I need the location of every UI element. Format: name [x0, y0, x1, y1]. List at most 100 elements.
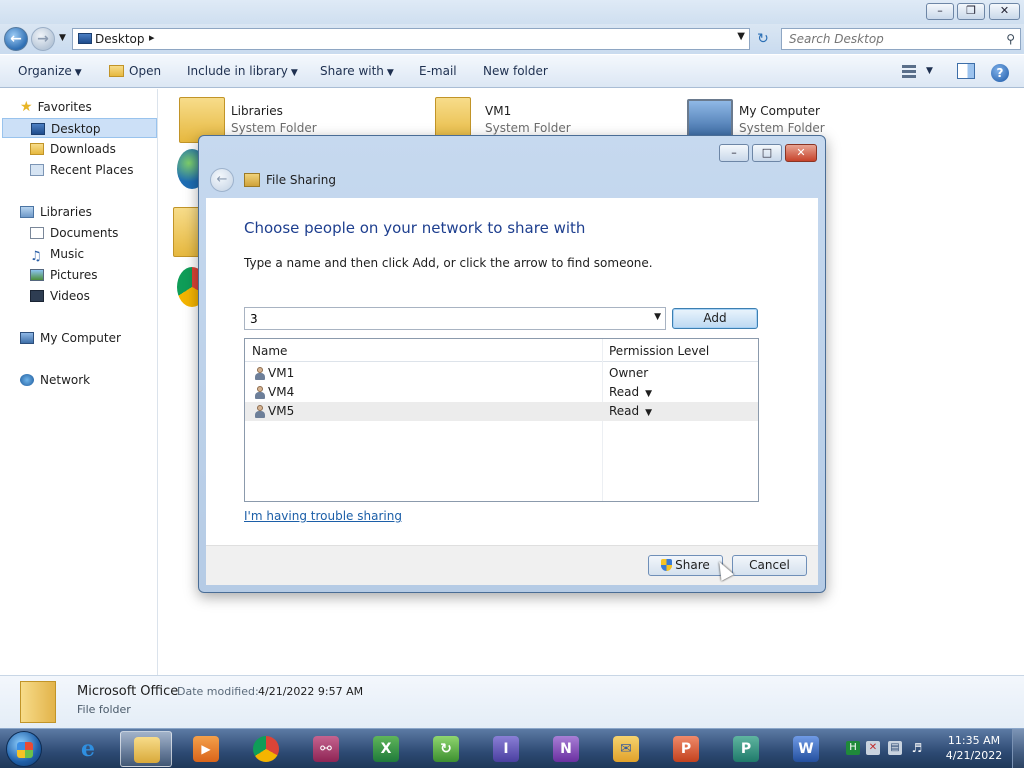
help-icon[interactable]: ? [991, 64, 1009, 82]
taskbar-infopath[interactable]: I [480, 731, 532, 767]
share-row-permission-dropdown[interactable]: Read ▼ [609, 385, 652, 399]
nav-videos[interactable]: Videos [30, 286, 90, 306]
share-row[interactable]: VM5 Read ▼ [245, 402, 758, 421]
dialog-minimize-button[interactable]: – [719, 144, 749, 162]
nav-pictures[interactable]: Pictures [30, 265, 98, 285]
nav-network[interactable]: Network [20, 370, 90, 390]
music-icon: ♫ [30, 249, 42, 264]
tile-title[interactable]: Libraries [231, 104, 283, 118]
chevron-down-icon[interactable]: ▼ [654, 312, 661, 322]
share-row-permission: Owner [609, 366, 649, 380]
search-input[interactable] [782, 29, 992, 49]
chevron-right-icon[interactable]: ▸ [149, 31, 155, 44]
nav-videos-label: Videos [50, 289, 90, 303]
user-name-input[interactable] [245, 308, 640, 329]
taskbar-word[interactable]: W [780, 731, 832, 767]
recent-pages-dropdown[interactable]: ▼ [59, 33, 66, 43]
tile-title[interactable]: VM1 [485, 104, 511, 118]
organize-button[interactable]: Organize ▼ [18, 64, 82, 78]
tile-subtitle: System Folder [739, 121, 825, 135]
taskbar-publisher[interactable]: P [720, 731, 772, 767]
cancel-button[interactable]: Cancel [732, 555, 807, 576]
share-row[interactable]: VM1 Owner [245, 364, 758, 383]
share-row[interactable]: VM4 Read ▼ [245, 383, 758, 402]
email-label: E-mail [419, 64, 457, 78]
new-folder-button[interactable]: New folder [483, 64, 548, 78]
nav-libraries[interactable]: Libraries [20, 202, 92, 222]
taskbar-sync[interactable]: ↻ [420, 731, 472, 767]
show-desktop-button[interactable] [1012, 729, 1024, 768]
tray-volume-icon[interactable]: ♬ [910, 741, 924, 755]
column-header-name[interactable]: Name [252, 344, 287, 358]
preview-pane-icon[interactable] [957, 63, 975, 79]
taskbar-media-player[interactable]: ▶ [180, 731, 232, 767]
address-dropdown-icon[interactable]: ▼ [737, 31, 745, 42]
address-bar[interactable]: Desktop ▸ ▼ [72, 28, 750, 50]
minimize-button[interactable]: – [926, 3, 954, 20]
taskbar-access[interactable]: ⚯ [300, 731, 352, 767]
column-header-permission[interactable]: Permission Level [609, 344, 709, 358]
taskbar-explorer[interactable] [120, 731, 172, 767]
libraries-icon [20, 206, 34, 218]
media-player-icon: ▶ [193, 736, 219, 762]
dialog-close-button[interactable]: ✕ [785, 144, 817, 162]
taskbar-excel[interactable]: X [360, 731, 412, 767]
share-row-permission-dropdown[interactable]: Read ▼ [609, 404, 652, 418]
back-button[interactable]: ← [4, 27, 28, 51]
recent-places-icon [30, 164, 44, 176]
trouble-sharing-link[interactable]: I'm having trouble sharing [244, 509, 402, 523]
taskbar-chrome[interactable] [240, 731, 292, 767]
address-row: ← → ▼ Desktop ▸ ▼ ↻ ⚲ [0, 24, 1024, 54]
chrome-icon [253, 736, 279, 762]
share-button[interactable]: Share [648, 555, 723, 576]
restore-button[interactable]: ❐ [957, 3, 985, 20]
taskbar-clock[interactable]: 11:35 AM 4/21/2022 [944, 733, 1004, 763]
nav-recent-places[interactable]: Recent Places [30, 160, 133, 180]
windows-logo-icon [17, 742, 33, 758]
user-combobox[interactable]: ▼ [244, 307, 666, 330]
nav-network-label: Network [40, 373, 91, 387]
details-pane: Microsoft Office Date modified: 4/21/202… [0, 675, 1024, 728]
change-view-icon[interactable] [902, 63, 920, 79]
share-row-name: VM5 [268, 404, 295, 418]
internet-explorer-icon: e [81, 736, 95, 762]
taskbar-outlook[interactable]: ✉ [600, 731, 652, 767]
email-button[interactable]: E-mail [419, 64, 457, 78]
tray-network-icon[interactable]: ▤ [888, 741, 902, 755]
add-button[interactable]: Add [672, 308, 758, 329]
user-icon [254, 367, 266, 380]
nav-favorites[interactable]: ★ Favorites [20, 97, 92, 117]
videos-icon [30, 290, 44, 302]
tray-action-center-icon[interactable]: ✕ [866, 741, 880, 755]
refresh-icon[interactable]: ↻ [752, 28, 774, 50]
network-icon [20, 374, 34, 386]
nav-my-computer[interactable]: My Computer [20, 328, 121, 348]
start-button[interactable] [6, 731, 42, 767]
chevron-down-icon[interactable]: ▼ [645, 389, 652, 399]
close-button[interactable]: ✕ [989, 3, 1020, 20]
nav-downloads[interactable]: Downloads [30, 139, 116, 159]
share-with-button[interactable]: Share with ▼ [320, 64, 394, 78]
tile-title[interactable]: My Computer [739, 104, 820, 118]
tray-app-icon[interactable]: H [846, 741, 860, 755]
dialog-maximize-button[interactable]: □ [752, 144, 782, 162]
taskbar-powerpoint[interactable]: P [660, 731, 712, 767]
chevron-down-icon[interactable]: ▼ [645, 408, 652, 418]
taskbar-internet-explorer[interactable]: e [62, 731, 114, 767]
nav-downloads-label: Downloads [50, 142, 116, 156]
view-options-dropdown-icon[interactable]: ▼ [926, 66, 933, 76]
window-titlebar: – ❐ ✕ [0, 0, 1024, 24]
share-row-name: VM1 [268, 366, 295, 380]
include-in-library-button[interactable]: Include in library ▼ [187, 64, 298, 78]
open-button[interactable]: Open [109, 64, 161, 78]
search-box[interactable]: ⚲ [781, 28, 1021, 50]
forward-button[interactable]: → [31, 27, 55, 51]
nav-music[interactable]: ♫ Music [30, 244, 84, 264]
address-path[interactable]: Desktop [95, 32, 145, 46]
dialog-back-button[interactable]: ← [210, 168, 234, 192]
taskbar-onenote[interactable]: N [540, 731, 592, 767]
nav-desktop[interactable]: Desktop [2, 118, 157, 138]
uac-shield-icon [661, 559, 673, 571]
search-icon[interactable]: ⚲ [1006, 32, 1015, 46]
nav-documents[interactable]: Documents [30, 223, 118, 243]
